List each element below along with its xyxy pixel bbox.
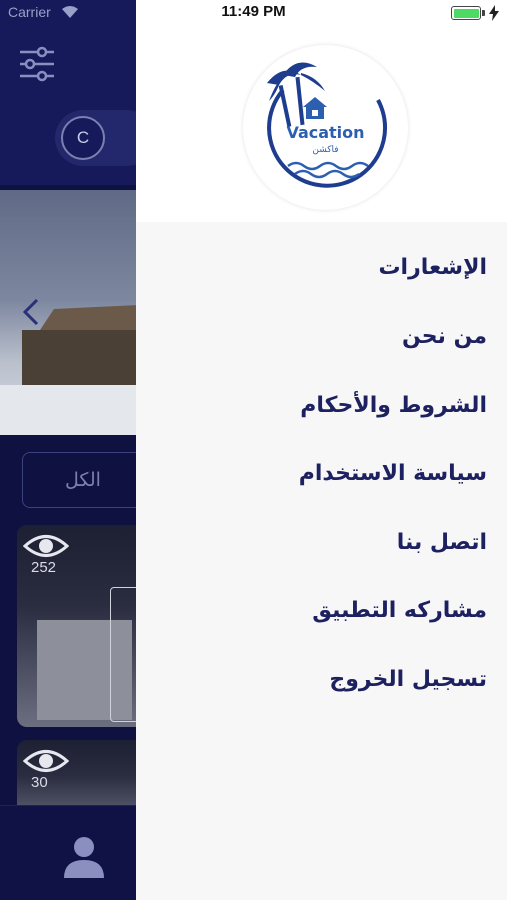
logo-arabic: فاكشن	[312, 145, 339, 155]
listing-card[interactable]: 252	[17, 525, 136, 727]
filter-icon[interactable]	[20, 46, 54, 82]
eye-icon	[23, 535, 69, 557]
eye-icon	[23, 750, 69, 772]
chevron-left-icon[interactable]	[22, 298, 40, 326]
filter-all-button[interactable]: الكل	[22, 452, 136, 508]
photo-snow	[0, 385, 136, 435]
currency-toggle[interactable]: C	[55, 110, 136, 166]
menu-item-about-us[interactable]: من نحن	[402, 324, 487, 349]
photo-house	[22, 330, 136, 390]
battery-tip	[482, 10, 485, 16]
menu-item-terms[interactable]: الشروط والأحكام	[300, 393, 487, 418]
charging-icon	[489, 5, 499, 21]
battery-icon	[451, 6, 481, 20]
logo-wordmark: Vacation	[286, 123, 365, 142]
background-app: C الكل 252 30	[0, 0, 136, 900]
menu-item-usage-policy[interactable]: سياسة الاستخدام	[299, 461, 487, 486]
side-menu: Vacation فاكشن الإشعارات من نحن الشروط و…	[136, 0, 507, 900]
menu-item-contact-us[interactable]: اتصل بنا	[397, 530, 487, 555]
menu-item-logout[interactable]: تسجيل الخروج	[329, 667, 487, 692]
status-bar: Carrier 11:49 PM	[0, 0, 507, 26]
menu-header: Vacation فاكشن	[136, 0, 507, 222]
card-info-box	[110, 587, 136, 722]
app-logo: Vacation فاكشن	[243, 45, 408, 210]
hero-slider[interactable]	[0, 190, 136, 435]
profile-icon[interactable]	[62, 834, 106, 878]
tab-bar	[0, 805, 136, 900]
menu-item-share-app[interactable]: مشاركه التطبيق	[312, 598, 487, 623]
view-count: 252	[31, 559, 57, 576]
view-count: 30	[31, 774, 48, 791]
currency-symbol: C	[61, 116, 105, 160]
menu-item-notifications[interactable]: الإشعارات	[378, 255, 487, 280]
clock: 11:49 PM	[221, 3, 286, 20]
